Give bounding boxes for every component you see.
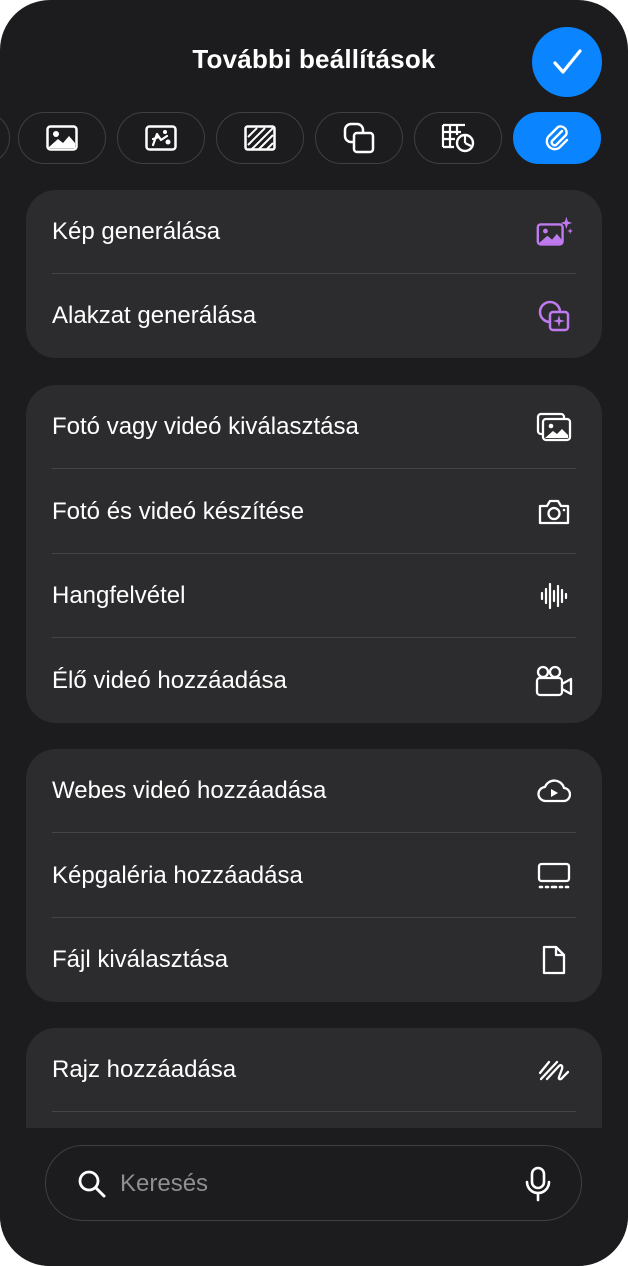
divider [52, 637, 576, 638]
microphone-icon[interactable] [525, 1166, 551, 1202]
checkmark-icon [553, 49, 582, 74]
menu-item-add-drawing[interactable]: Rajz hozzáadása [26, 1028, 602, 1112]
document-icon [534, 940, 574, 980]
menu-item-label: Rajz hozzáadása [52, 1056, 237, 1083]
sparkle-image-icon [534, 212, 574, 252]
menu-item-label: Alakzat generálása [52, 302, 257, 329]
search-placeholder: Keresés [120, 1170, 209, 1197]
search-field[interactable]: Keresés [45, 1145, 582, 1221]
search-icon [78, 1170, 106, 1198]
menu-item-label: Fájl kiválasztása [52, 946, 229, 973]
menu-item-choose-photo-video[interactable]: Fotó vagy videó kiválasztása [26, 385, 602, 469]
media-group: Fotó vagy videó kiválasztása Fotó és vid… [26, 385, 602, 723]
photo-library-icon [534, 407, 574, 447]
tab-shapes[interactable] [315, 112, 403, 164]
menu-item-add-gallery[interactable]: Képgaléria hozzáadása [26, 834, 602, 918]
menu-item-label: Kép generálása [52, 218, 221, 245]
done-button[interactable] [532, 27, 602, 97]
gallery-icon [534, 856, 574, 896]
web-file-group: Webes videó hozzáadása Képgaléria hozzáa… [26, 749, 602, 1002]
menu-item-label: Webes videó hozzáadása [52, 777, 327, 804]
sparkle-shape-icon [534, 296, 574, 336]
divider [52, 468, 576, 469]
insert-tab-strip [0, 112, 628, 166]
scribble-icon [534, 1050, 574, 1090]
hatched-rectangle-icon [244, 125, 276, 151]
divider [52, 832, 576, 833]
paperclip-icon [545, 125, 569, 151]
menu-item-choose-file[interactable]: Fájl kiválasztása [26, 918, 602, 1002]
menu-item-add-live-video[interactable]: Élő videó hozzáadása [26, 639, 602, 723]
tab-pattern[interactable] [216, 112, 304, 164]
menu-item-label: Képgaléria hozzáadása [52, 862, 303, 889]
overlapping-squares-icon [343, 122, 375, 154]
options-sheet: További beállítások Kép generálása Alakz… [0, 0, 628, 1266]
menu-item-generate-shape[interactable]: Alakzat generálása [26, 274, 602, 358]
menu-item-label: Élő videó hozzáadása [52, 667, 287, 694]
divider [52, 1111, 576, 1112]
menu-item-take-photo-video[interactable]: Fotó és videó készítése [26, 470, 602, 554]
menu-item-label: Fotó vagy videó kiválasztása [52, 413, 359, 440]
media-chart-icon [145, 125, 177, 151]
video-camera-icon [534, 661, 574, 701]
tab-partial[interactable] [0, 112, 10, 164]
waveform-icon [534, 576, 574, 616]
tab-media[interactable] [117, 112, 205, 164]
tab-attachments[interactable] [513, 112, 601, 164]
cloud-play-icon [534, 771, 574, 811]
menu-item-generate-image[interactable]: Kép generálása [26, 190, 602, 274]
menu-item-label: Fotó és videó készítése [52, 498, 305, 525]
menu-item-audio-recording[interactable]: Hangfelvétel [26, 554, 602, 638]
tab-table-chart[interactable] [414, 112, 502, 164]
camera-icon [534, 492, 574, 532]
image-icon [46, 125, 78, 151]
table-chart-icon [441, 123, 475, 153]
generate-group: Kép generálása Alakzat generálása [26, 190, 602, 358]
menu-item-add-web-video[interactable]: Webes videó hozzáadása [26, 749, 602, 833]
tab-image[interactable] [18, 112, 106, 164]
menu-item-label: Hangfelvétel [52, 582, 186, 609]
